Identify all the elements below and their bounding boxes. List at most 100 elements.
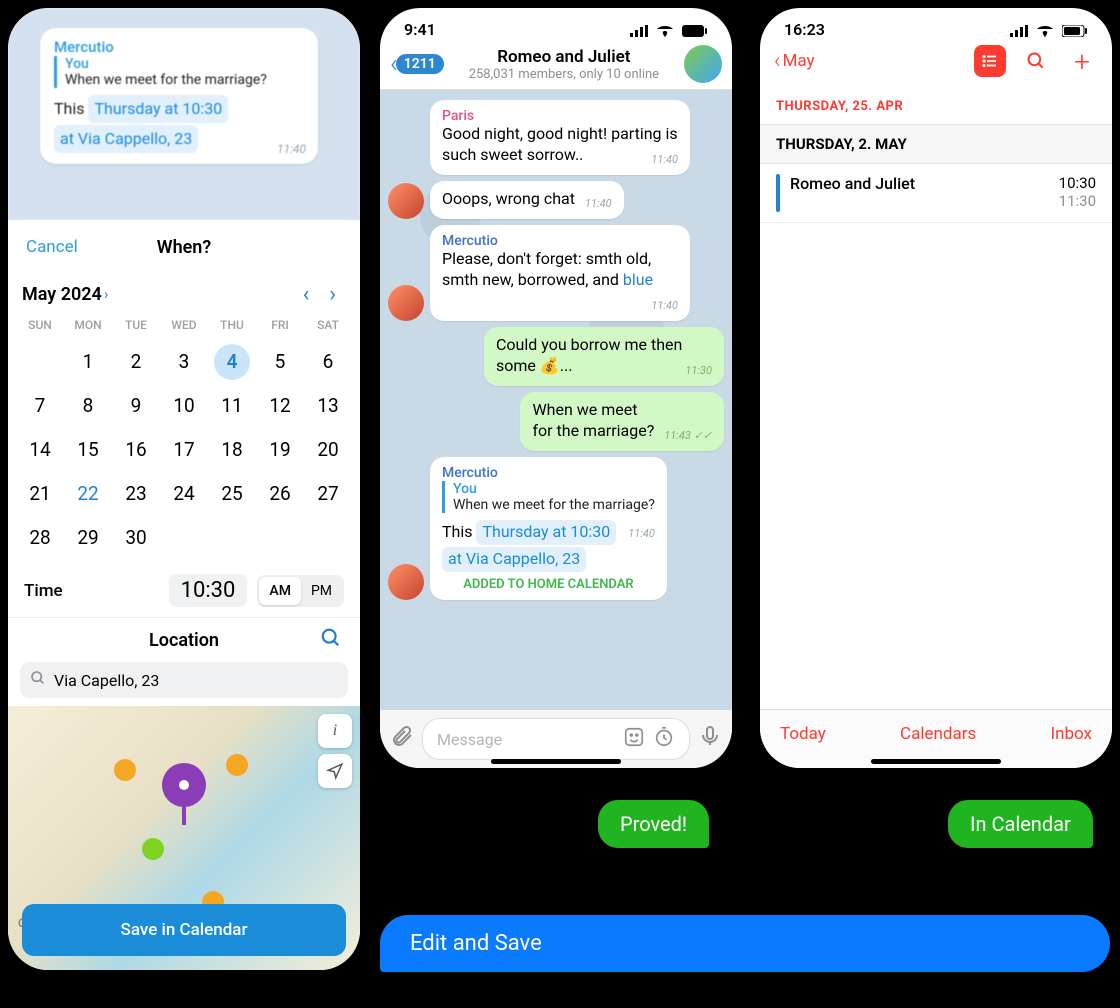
calendar-day[interactable]: 30 [112,516,160,560]
calendar-day: . [256,516,304,560]
message-bubble[interactable]: Could you borrow me then some 💰...11:30 [484,327,724,386]
calendar-day[interactable]: 29 [64,516,112,560]
reply-sender: You [65,56,304,72]
calendar-day[interactable]: 18 [208,428,256,472]
calendar-day[interactable]: 1 [64,340,112,384]
message-input[interactable]: Message [422,718,690,760]
map-poi-icon [226,754,248,776]
calendar-day[interactable]: 16 [112,428,160,472]
today-button[interactable]: Today [780,724,826,744]
event-start-time: 10:30 [1059,174,1096,192]
add-event-button[interactable]: + [1066,45,1098,77]
unread-badge[interactable]: 1211 [396,54,444,74]
detected-time-chip[interactable]: Thursday at 10:30 [88,95,228,123]
calendar-day[interactable]: 25 [208,472,256,516]
month-label[interactable]: May 2024 [22,284,102,305]
calendar-day[interactable]: 19 [256,428,304,472]
message-bubble[interactable]: MercutioYouWhen we meet for the marriage… [430,457,667,600]
calendar-day[interactable]: 6 [304,340,352,384]
message-bubble[interactable]: ParisGood night, good night! parting is … [430,100,690,175]
chat-title: Romeo and Juliet [444,47,684,67]
calendar-day[interactable]: 28 [16,516,64,560]
map-preview[interactable]: CITTÀ ANTICA i Save in Calendar [8,706,360,970]
calendar-day[interactable]: 15 [64,428,112,472]
calendar-day[interactable]: 7 [16,384,64,428]
weekday-label: FRI [256,318,304,332]
event-color-bar [776,174,780,212]
map-pin-icon [162,763,206,807]
calendar-day[interactable]: 4 [208,340,256,384]
message-timestamp: 11:43 ✓✓ [664,429,712,443]
calendar-day[interactable]: 27 [304,472,352,516]
added-to-calendar-banner: ADDED TO HOME CALENDAR [442,577,655,592]
detected-location-chip[interactable]: at Via Cappello, 23 [54,125,198,153]
calendar-day[interactable]: 10 [160,384,208,428]
list-view-button[interactable] [974,45,1006,77]
calendar-day[interactable]: 26 [256,472,304,516]
prev-month-button[interactable]: ‹ [293,282,320,307]
message-timestamp: 11:40 [651,153,678,167]
calendar-day[interactable]: 20 [304,428,352,472]
sticker-icon[interactable] [623,726,645,748]
message-bubble[interactable]: When we meetfor the marriage?11:43 ✓✓ [520,392,724,451]
message-body: This Thursday at 10:30 at Via Cappello, … [54,94,304,154]
next-month-button[interactable]: › [319,282,346,307]
weekday-header: SUNMONTUEWEDTHUFRISAT [8,314,360,336]
chat-title-wrap[interactable]: Romeo and Juliet 258,031 members, only 1… [444,47,684,82]
location-input[interactable]: Via Capello, 23 [20,662,348,698]
sheet-title: When? [157,237,211,258]
avatar[interactable] [388,564,424,600]
mic-icon[interactable] [698,724,722,754]
am-option[interactable]: AM [259,577,301,605]
message-bubble[interactable]: MercutioPlease, don't forget: smth old, … [430,225,690,321]
calendar-day[interactable]: 22 [64,472,112,516]
message-body: Ooops, wrong chat11:40 [442,189,612,210]
chat-avatar[interactable] [684,45,722,83]
calendar-day[interactable]: 11 [208,384,256,428]
message-timestamp: 11:40 [277,142,306,156]
timer-icon[interactable] [653,726,675,748]
calendar-day[interactable]: 2 [112,340,160,384]
calendar-day[interactable]: 5 [256,340,304,384]
time-value-input[interactable]: 10:30 [169,574,248,607]
ampm-toggle[interactable]: AM PM [257,575,344,607]
calendar-day[interactable]: 3 [160,340,208,384]
message-bubble[interactable]: Ooops, wrong chat11:40 [430,181,624,219]
chat-body[interactable]: ParisGood night, good night! parting is … [380,90,732,718]
calendar-day[interactable]: 21 [16,472,64,516]
cancel-button[interactable]: Cancel [26,237,78,257]
inbox-button[interactable]: Inbox [1050,724,1092,744]
caption-proved: Proved! [598,800,709,848]
calendar-day[interactable]: 13 [304,384,352,428]
detected-location-chip[interactable]: at Via Cappello, 23 [442,547,586,572]
calendar-day[interactable]: 23 [112,472,160,516]
message-timestamp: 11:40 [585,197,612,211]
calendar-day[interactable]: 12 [256,384,304,428]
calendar-day[interactable]: 24 [160,472,208,516]
detected-time-chip[interactable]: Thursday at 10:30 [476,520,616,545]
pm-option[interactable]: PM [301,577,342,605]
map-locate-button[interactable] [318,754,352,788]
calendars-button[interactable]: Calendars [900,724,976,744]
calendar-day[interactable]: 8 [64,384,112,428]
weekday-label: WED [160,318,208,332]
search-button[interactable] [1020,45,1052,77]
event-row[interactable]: Romeo and Juliet 10:30 11:30 [760,164,1112,223]
calendar-header: ‹ May + [760,41,1112,85]
avatar[interactable] [388,183,424,219]
search-icon[interactable] [320,627,342,653]
back-button[interactable]: ‹ May [774,49,815,74]
calendar-day[interactable]: 17 [160,428,208,472]
reply-sender: You [453,481,655,497]
map-info-button[interactable]: i [318,714,352,748]
weekday-label: SAT [304,318,352,332]
calendar-day[interactable]: 9 [112,384,160,428]
calendar-day[interactable]: 14 [16,428,64,472]
link[interactable]: blue [623,270,653,289]
avatar[interactable] [388,285,424,321]
wifi-icon [1036,25,1054,37]
reply-text: When we meet for the marriage? [453,497,655,513]
save-in-calendar-button[interactable]: Save in Calendar [22,904,346,956]
calendar-day: . [16,340,64,384]
attach-icon[interactable] [390,724,414,754]
